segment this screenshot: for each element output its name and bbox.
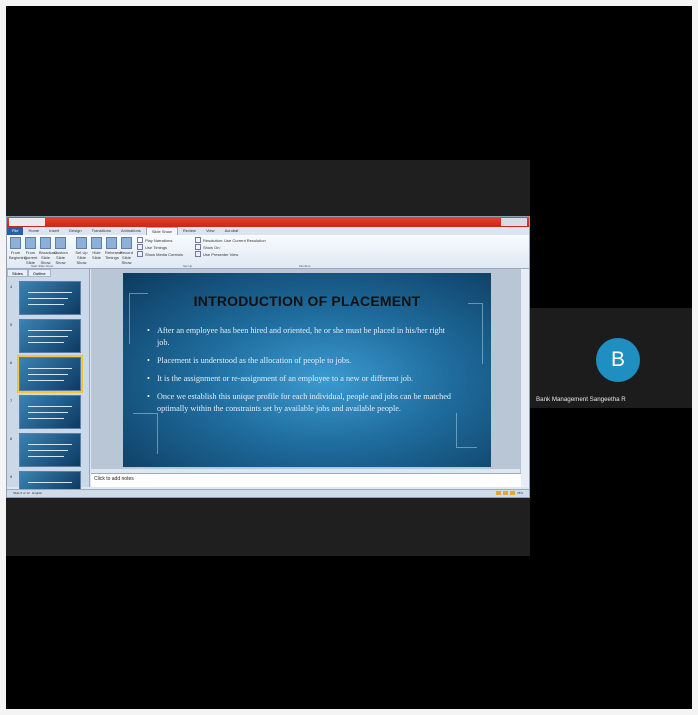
slideshow-icon — [25, 237, 36, 249]
show-on-dropdown[interactable]: Show On: — [195, 244, 287, 250]
window-controls[interactable] — [501, 218, 527, 226]
tab-design[interactable]: Design — [64, 227, 86, 235]
group-label-setup: Set Up — [183, 264, 193, 268]
slide-thumbnail[interactable]: 5 — [10, 319, 81, 353]
checkbox-icon — [195, 251, 201, 257]
slide-thumbnail[interactable]: 8 — [10, 433, 81, 467]
status-left: Slide 6 of 12 English — [13, 491, 42, 495]
notes-pane[interactable]: Click to add notes — [91, 473, 521, 487]
hide-slide-icon — [91, 237, 102, 249]
use-timings-checkbox[interactable]: Use Timings — [137, 244, 189, 250]
checkbox-icon — [137, 244, 143, 250]
tab-slides[interactable]: Slides — [7, 269, 28, 277]
tab-animations[interactable]: Animations — [116, 227, 146, 235]
monitor-icon — [195, 237, 201, 243]
ribbon: From Beginning From Current Slide Broadc… — [7, 235, 529, 269]
bullet-item: Placement is understood as the allocatio… — [147, 355, 457, 367]
language-indicator: English — [32, 491, 43, 495]
setup-icon — [76, 237, 87, 249]
record-icon — [121, 237, 132, 249]
tab-home[interactable]: Home — [23, 227, 44, 235]
zoom-level[interactable]: 78% — [517, 491, 523, 495]
checkbox-icon — [137, 251, 143, 257]
broadcast-button[interactable]: Broadcast Slide Show — [39, 236, 57, 267]
bullet-item: Once we establish this unique profile fo… — [147, 391, 457, 415]
bullet-item: After an employee has been hired and ori… — [147, 325, 457, 349]
vertical-scrollbar[interactable] — [520, 269, 529, 487]
slides-pane-tabs: Slides Outline — [7, 269, 89, 277]
hide-slide-button[interactable]: Hide Slide — [90, 236, 103, 267]
current-slide[interactable]: INTRODUCTION OF PLACEMENT After an emplo… — [123, 273, 491, 467]
slide-bullet-list: After an employee has been hired and ori… — [147, 325, 457, 421]
broadcast-icon — [40, 237, 51, 249]
normal-view-icon[interactable] — [495, 491, 501, 495]
bullet-item: It is the assignment or re-assignment of… — [147, 373, 457, 385]
from-beginning-button[interactable]: From Beginning — [9, 236, 27, 267]
use-presenter-view-checkbox[interactable]: Use Presenter View — [195, 251, 287, 257]
set-up-slide-show-button[interactable]: Set Up Slide Show — [75, 236, 88, 267]
custom-show-icon — [55, 237, 66, 249]
quick-access-toolbar[interactable] — [9, 218, 45, 226]
slide-editing-area: INTRODUCTION OF PLACEMENT After an emplo… — [91, 269, 521, 469]
setup-checkboxes: Play Narrations Use Timings Show Media C… — [137, 236, 189, 267]
timer-icon — [106, 237, 117, 249]
monitors-group: Resolution: Use Current Resolution Show … — [195, 236, 287, 267]
powerpoint-window: File Home Insert Design Transitions Anim… — [6, 216, 530, 498]
show-media-controls-checkbox[interactable]: Show Media Controls — [137, 251, 189, 257]
checkbox-icon — [137, 237, 143, 243]
slide-thumbnail[interactable]: 4 — [10, 281, 81, 315]
tab-transitions[interactable]: Transitions — [87, 227, 116, 235]
reading-view-icon[interactable] — [509, 491, 515, 495]
participant-tile[interactable]: B Bank Management Sangeetha R — [530, 308, 692, 408]
tab-review[interactable]: Review — [178, 227, 201, 235]
slide-thumbnail[interactable]: 9 — [10, 471, 81, 491]
record-slide-show-button[interactable]: Record Slide Show — [120, 236, 133, 267]
status-bar: Slide 6 of 12 English 78% — [7, 489, 529, 497]
slide-thumbnail[interactable]: 7 — [10, 395, 81, 429]
tab-file[interactable]: File — [7, 227, 24, 235]
from-current-slide-button[interactable]: From Current Slide — [24, 236, 37, 267]
participant-name: Bank Management Sangeetha R — [536, 396, 626, 403]
slide-counter: Slide 6 of 12 — [13, 491, 30, 495]
slides-pane: Slides Outline 4 5 6 7 8 9 — [7, 269, 90, 491]
resolution-dropdown[interactable]: Resolution: Use Current Resolution — [195, 237, 287, 243]
tab-slide-show[interactable]: Slide Show — [145, 227, 178, 235]
tab-outline[interactable]: Outline — [27, 269, 51, 277]
decorative-circuit — [468, 303, 483, 364]
slide-title: INTRODUCTION OF PLACEMENT — [193, 293, 421, 309]
slide-thumbnail-selected[interactable]: 6 — [10, 355, 83, 393]
decorative-circuit — [456, 413, 477, 448]
ribbon-tabs: File Home Insert Design Transitions Anim… — [7, 227, 529, 235]
tab-view[interactable]: View — [201, 227, 220, 235]
title-bar — [7, 217, 529, 227]
custom-slide-show-button[interactable]: Custom Slide Show — [54, 236, 68, 267]
participant-avatar: B — [596, 338, 640, 382]
status-right: 78% — [495, 491, 523, 495]
tab-acrobat[interactable]: Acrobat — [220, 227, 244, 235]
slideshow-icon — [10, 237, 21, 249]
rehearse-timings-button[interactable]: Rehearse Timings — [105, 236, 122, 267]
group-label-monitors: Monitors — [299, 264, 311, 268]
play-narrations-checkbox[interactable]: Play Narrations — [137, 237, 189, 243]
monitor-icon — [195, 244, 201, 250]
tab-insert[interactable]: Insert — [44, 227, 64, 235]
slide-sorter-icon[interactable] — [502, 491, 508, 495]
group-label-start: Start Slide Show — [31, 264, 54, 268]
